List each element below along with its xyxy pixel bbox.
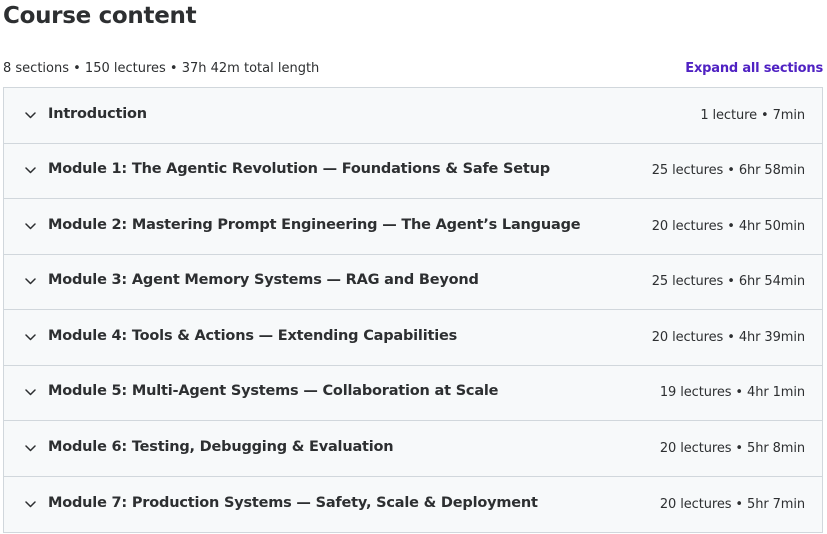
chevron-down-icon [24, 276, 36, 288]
section-lecture-count: 19 lectures • 4hr 1min [659, 385, 805, 401]
section-lecture-count: 25 lectures • 6hr 58min [651, 163, 805, 179]
section-lecture-count: 20 lectures • 5hr 8min [659, 440, 805, 456]
section-title: Module 3: Agent Memory Systems — RAG and… [48, 272, 479, 289]
section-title: Module 5: Multi-Agent Systems — Collabor… [48, 383, 499, 400]
chevron-down-icon [24, 387, 36, 399]
section-header[interactable]: Module 5: Multi-Agent Systems — Collabor… [4, 365, 822, 421]
section-title: Module 6: Testing, Debugging & Evaluatio… [48, 438, 394, 455]
expand-all-sections-button[interactable]: Expand all sections [685, 61, 823, 76]
section-title: Module 4: Tools & Actions — Extending Ca… [48, 327, 458, 344]
chevron-down-icon [24, 331, 36, 343]
section-header[interactable]: Module 3: Agent Memory Systems — RAG and… [4, 254, 822, 310]
section-lecture-count: 20 lectures • 4hr 39min [651, 329, 805, 345]
section-header[interactable]: Module 1: The Agentic Revolution — Found… [4, 143, 822, 199]
chevron-down-icon [24, 220, 36, 232]
chevron-down-icon [24, 498, 36, 510]
section-header[interactable]: Module 2: Mastering Prompt Engineering —… [4, 199, 822, 255]
course-summary: 8 sections • 150 lectures • 37h 42m tota… [3, 60, 320, 76]
course-content-panel: Course content 8 sections • 150 lectures… [0, 0, 827, 534]
chevron-down-icon [24, 442, 36, 454]
section-lecture-count: 20 lectures • 4hr 50min [651, 218, 805, 234]
section-title: Introduction [48, 105, 147, 122]
section-title: Module 7: Production Systems — Safety, S… [48, 494, 538, 511]
chevron-down-icon [24, 109, 36, 121]
section-title: Module 1: The Agentic Revolution — Found… [48, 161, 550, 178]
section-header[interactable]: Introduction 1 lecture • 7min [4, 88, 822, 144]
section-lecture-count: 20 lectures • 5hr 7min [659, 496, 805, 512]
section-header[interactable]: Module 6: Testing, Debugging & Evaluatio… [4, 421, 822, 477]
course-summary-row: 8 sections • 150 lectures • 37h 42m tota… [3, 58, 823, 78]
chevron-down-icon [24, 165, 36, 177]
section-lecture-count: 1 lecture • 7min [700, 107, 805, 123]
section-title: Module 2: Mastering Prompt Engineering —… [48, 216, 581, 233]
page-title: Course content [3, 3, 197, 29]
section-header[interactable]: Module 4: Tools & Actions — Extending Ca… [4, 310, 822, 366]
section-lecture-count: 25 lectures • 6hr 54min [651, 274, 805, 290]
sections-list: Introduction 1 lecture • 7min Module 1: Th… [3, 87, 823, 533]
section-header[interactable]: Module 7: Production Systems — Safety, S… [4, 476, 822, 532]
